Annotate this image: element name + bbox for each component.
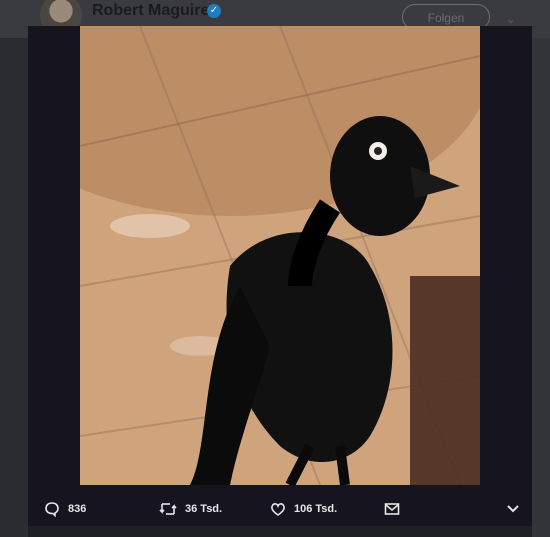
more-button[interactable] bbox=[506, 492, 528, 526]
tweet-actions: 836 36 Tsd. 106 Tsd. bbox=[28, 492, 532, 526]
heart-icon bbox=[271, 503, 285, 516]
bird-illustration bbox=[80, 26, 480, 485]
retweet-count: 36 Tsd. bbox=[185, 503, 223, 515]
background-panel bbox=[28, 526, 532, 537]
chevron-down-icon[interactable]: ⌄ bbox=[505, 10, 517, 27]
direct-message-button[interactable] bbox=[384, 492, 408, 526]
envelope-icon bbox=[384, 503, 400, 515]
reply-icon bbox=[45, 502, 59, 517]
author-name[interactable]: Robert Maguire bbox=[92, 2, 209, 20]
retweet-button[interactable]: 36 Tsd. bbox=[159, 492, 222, 526]
reply-button[interactable]: 836 bbox=[44, 492, 86, 526]
verified-icon: ✓ bbox=[207, 4, 221, 18]
tweet-photo[interactable] bbox=[80, 26, 480, 485]
media-modal: 836 36 Tsd. 106 Tsd. bbox=[28, 26, 532, 526]
like-button[interactable]: 106 Tsd. bbox=[270, 492, 337, 526]
like-count: 106 Tsd. bbox=[294, 503, 338, 515]
chevron-down-icon bbox=[507, 505, 519, 513]
retweet-icon bbox=[159, 503, 177, 515]
background-panel bbox=[0, 38, 28, 537]
reply-count: 836 bbox=[68, 503, 87, 515]
background-panel bbox=[532, 38, 550, 537]
